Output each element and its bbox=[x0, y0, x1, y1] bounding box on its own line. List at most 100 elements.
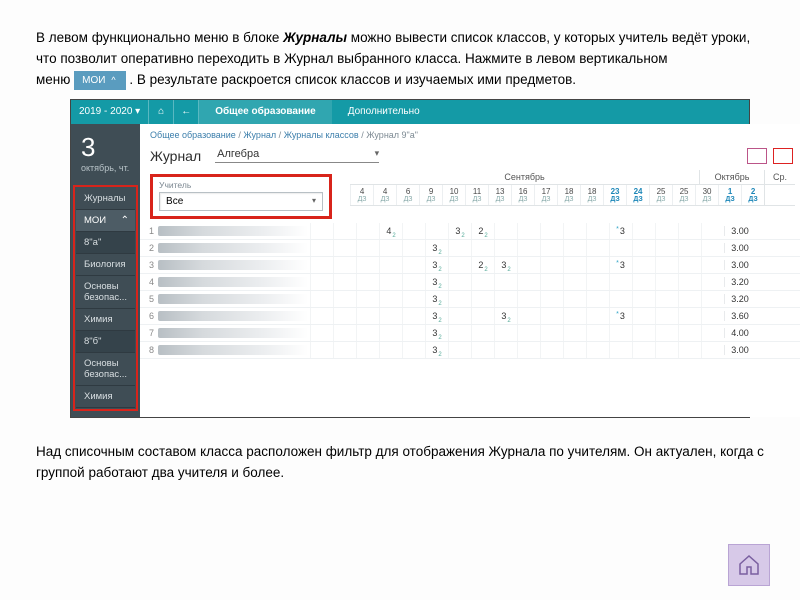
grade-cell[interactable] bbox=[655, 308, 678, 324]
grade-cell[interactable] bbox=[517, 240, 540, 256]
grade-cell[interactable] bbox=[356, 308, 379, 324]
grade-cell[interactable] bbox=[701, 308, 724, 324]
sidebar-header-journals[interactable]: Журналы bbox=[76, 188, 135, 210]
grade-cell[interactable] bbox=[448, 308, 471, 324]
grade-cell[interactable] bbox=[379, 240, 402, 256]
grade-cell[interactable] bbox=[310, 240, 333, 256]
grade-cell[interactable] bbox=[540, 342, 563, 358]
grade-cell[interactable] bbox=[333, 240, 356, 256]
grade-cell[interactable] bbox=[402, 240, 425, 256]
grade-cell[interactable]: 32 bbox=[425, 257, 448, 273]
grade-cell[interactable] bbox=[402, 308, 425, 324]
sidebar-class-8a[interactable]: 8"а" bbox=[76, 232, 135, 254]
grade-cell[interactable] bbox=[425, 223, 448, 239]
grade-cell[interactable]: 32 bbox=[425, 240, 448, 256]
grade-cell[interactable] bbox=[586, 257, 609, 273]
grade-cell[interactable] bbox=[563, 291, 586, 307]
grade-cell[interactable] bbox=[540, 257, 563, 273]
grade-cell[interactable] bbox=[655, 325, 678, 341]
grade-cell[interactable] bbox=[586, 240, 609, 256]
grade-cell[interactable] bbox=[701, 257, 724, 273]
grade-cell[interactable] bbox=[586, 325, 609, 341]
crumb-general[interactable]: Общее образование bbox=[150, 130, 236, 140]
grade-cell[interactable] bbox=[471, 342, 494, 358]
subject-select[interactable]: Алгебра bbox=[215, 148, 379, 163]
grade-cell[interactable]: 32 bbox=[425, 291, 448, 307]
grade-cell[interactable]: *3 bbox=[609, 308, 632, 324]
table-row[interactable]: 4323.20 bbox=[140, 274, 800, 291]
grade-cell[interactable] bbox=[632, 223, 655, 239]
grade-cell[interactable] bbox=[448, 240, 471, 256]
grade-cell[interactable] bbox=[402, 325, 425, 341]
grade-cell[interactable] bbox=[517, 274, 540, 290]
grade-cell[interactable] bbox=[678, 257, 701, 273]
grade-cell[interactable] bbox=[655, 274, 678, 290]
grade-cell[interactable] bbox=[333, 223, 356, 239]
sidebar-subject-safety[interactable]: Основы безопас... bbox=[76, 276, 135, 309]
grade-cell[interactable] bbox=[678, 274, 701, 290]
grade-cell[interactable] bbox=[632, 308, 655, 324]
grade-cell[interactable] bbox=[333, 291, 356, 307]
grade-cell[interactable] bbox=[540, 274, 563, 290]
grade-cell[interactable] bbox=[471, 291, 494, 307]
toolbar-icon-2[interactable] bbox=[773, 148, 793, 164]
grade-cell[interactable] bbox=[356, 223, 379, 239]
grade-cell[interactable] bbox=[701, 223, 724, 239]
grade-cell[interactable] bbox=[333, 274, 356, 290]
grade-cell[interactable] bbox=[448, 325, 471, 341]
grade-cell[interactable] bbox=[632, 325, 655, 341]
grade-cell[interactable] bbox=[517, 257, 540, 273]
grade-cell[interactable] bbox=[402, 223, 425, 239]
grade-cell[interactable] bbox=[471, 325, 494, 341]
grade-cell[interactable] bbox=[540, 223, 563, 239]
grade-cell[interactable] bbox=[609, 325, 632, 341]
grade-cell[interactable] bbox=[586, 342, 609, 358]
grade-cell[interactable] bbox=[471, 308, 494, 324]
grade-cell[interactable] bbox=[655, 342, 678, 358]
grade-cell[interactable] bbox=[494, 325, 517, 341]
sidebar-item-my[interactable]: МОИ bbox=[76, 210, 135, 232]
grade-cell[interactable] bbox=[609, 274, 632, 290]
grade-cell[interactable] bbox=[448, 342, 471, 358]
back-icon[interactable]: ← bbox=[174, 100, 199, 124]
grade-cell[interactable] bbox=[310, 274, 333, 290]
table-row[interactable]: 3322232*33.00 bbox=[140, 257, 800, 274]
grade-cell[interactable] bbox=[310, 291, 333, 307]
grade-cell[interactable] bbox=[379, 308, 402, 324]
grade-cell[interactable] bbox=[517, 291, 540, 307]
grade-cell[interactable] bbox=[678, 325, 701, 341]
grade-cell[interactable] bbox=[563, 274, 586, 290]
grade-cell[interactable] bbox=[310, 342, 333, 358]
grade-cell[interactable] bbox=[356, 325, 379, 341]
table-row[interactable]: 1423222*33.00 bbox=[140, 223, 800, 240]
grade-cell[interactable] bbox=[402, 274, 425, 290]
grade-cell[interactable] bbox=[655, 223, 678, 239]
grade-cell[interactable] bbox=[517, 342, 540, 358]
grade-cell[interactable] bbox=[655, 240, 678, 256]
grade-cell[interactable] bbox=[678, 342, 701, 358]
grade-cell[interactable] bbox=[540, 291, 563, 307]
grade-cell[interactable]: *3 bbox=[609, 223, 632, 239]
sidebar-class-8b[interactable]: 8"б" bbox=[76, 331, 135, 353]
grade-cell[interactable] bbox=[563, 342, 586, 358]
grade-cell[interactable] bbox=[333, 308, 356, 324]
grade-cell[interactable] bbox=[448, 274, 471, 290]
grade-cell[interactable] bbox=[517, 308, 540, 324]
crumb-journal[interactable]: Журнал bbox=[243, 130, 276, 140]
grade-cell[interactable]: 22 bbox=[471, 223, 494, 239]
grade-cell[interactable] bbox=[701, 325, 724, 341]
grade-cell[interactable] bbox=[701, 291, 724, 307]
grade-cell[interactable] bbox=[379, 291, 402, 307]
grade-cell[interactable] bbox=[310, 308, 333, 324]
grade-cell[interactable] bbox=[333, 342, 356, 358]
grade-cell[interactable]: 32 bbox=[494, 308, 517, 324]
grade-cell[interactable] bbox=[701, 240, 724, 256]
grade-cell[interactable] bbox=[678, 240, 701, 256]
grade-cell[interactable] bbox=[333, 325, 356, 341]
grade-cell[interactable] bbox=[655, 291, 678, 307]
table-row[interactable]: 2323.00 bbox=[140, 240, 800, 257]
grade-cell[interactable] bbox=[586, 223, 609, 239]
table-row[interactable]: 5323.20 bbox=[140, 291, 800, 308]
grade-cell[interactable] bbox=[356, 240, 379, 256]
grade-cell[interactable] bbox=[494, 223, 517, 239]
